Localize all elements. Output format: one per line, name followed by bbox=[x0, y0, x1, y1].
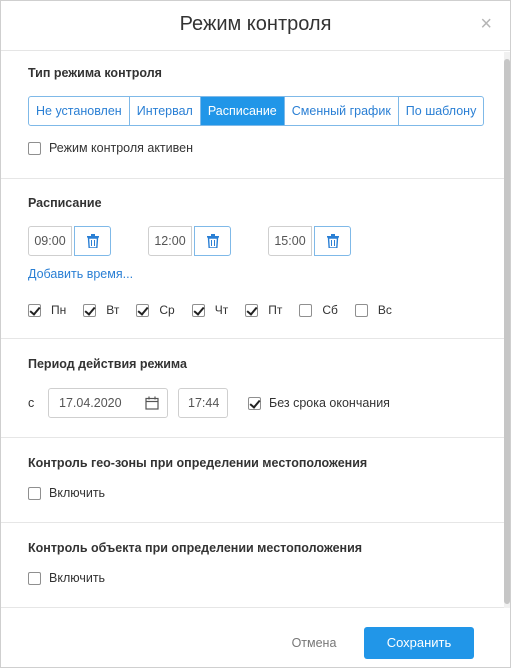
mode-active-box[interactable] bbox=[28, 141, 41, 155]
dialog-title: Режим контроля bbox=[179, 13, 332, 35]
day-checkbox-tue[interactable]: Вт bbox=[83, 303, 119, 317]
day-label: Сб bbox=[322, 303, 338, 317]
object-control-section: Контроль объекта при определении местопо… bbox=[1, 523, 504, 608]
day-box[interactable] bbox=[299, 303, 313, 317]
mode-active-label: Режим контроля активен bbox=[49, 141, 193, 155]
time-input[interactable]: 09:00 bbox=[28, 226, 72, 256]
object-control-enable-checkbox[interactable]: Включить bbox=[28, 571, 105, 585]
trash-icon bbox=[326, 234, 339, 248]
period-date-field[interactable]: 17.04.2020 bbox=[48, 388, 168, 418]
schedule-title: Расписание bbox=[28, 196, 102, 210]
time-input[interactable]: 12:00 bbox=[148, 226, 192, 256]
mode-option-shift[interactable]: Сменный график bbox=[285, 97, 399, 125]
no-end-label: Без срока окончания bbox=[269, 396, 390, 410]
day-label: Вс bbox=[377, 303, 392, 317]
geozone-enable-checkbox[interactable]: Включить bbox=[28, 486, 105, 500]
dialog-footer: Отмена Сохранить bbox=[1, 608, 510, 668]
day-checkbox-sat[interactable]: Сб bbox=[299, 303, 338, 317]
period-time-field[interactable]: 17:44 bbox=[178, 388, 228, 418]
mode-type-segmented: Не установлен Интервал Расписание Сменны… bbox=[28, 96, 485, 126]
period-section: Период действия режима с 17.04.2020 17:4… bbox=[1, 339, 504, 438]
calendar-icon[interactable] bbox=[145, 396, 159, 410]
dialog-body[interactable]: Тип режима контроля Не установлен Интерв… bbox=[1, 52, 510, 608]
schedule-section: Расписание 09:00 12:00 15:00 Добавить вр… bbox=[1, 179, 504, 339]
time-input[interactable]: 15:00 bbox=[268, 226, 312, 256]
close-icon[interactable]: × bbox=[480, 14, 492, 34]
mode-option-template[interactable]: По шаблону bbox=[399, 97, 484, 125]
day-checkbox-fri[interactable]: Пт bbox=[245, 303, 282, 317]
scrollbar-thumb[interactable] bbox=[504, 59, 510, 604]
object-control-enable-box[interactable] bbox=[28, 571, 41, 585]
delete-time-button[interactable] bbox=[194, 226, 231, 256]
mode-type-title: Тип режима контроля bbox=[28, 66, 162, 80]
day-label: Чт bbox=[214, 303, 229, 317]
delete-time-button[interactable] bbox=[314, 226, 351, 256]
trash-icon bbox=[206, 234, 219, 248]
control-mode-dialog: Режим контроля × Тип режима контроля Не … bbox=[0, 0, 511, 668]
schedule-time-3: 15:00 bbox=[268, 226, 351, 256]
geozone-section: Контроль гео-зоны при определении местоп… bbox=[1, 438, 504, 523]
day-box[interactable] bbox=[83, 303, 97, 317]
day-box[interactable] bbox=[245, 303, 259, 317]
day-label: Ср bbox=[159, 303, 175, 317]
no-end-checkbox[interactable]: Без срока окончания bbox=[248, 396, 390, 410]
trash-icon bbox=[86, 234, 99, 248]
save-button[interactable]: Сохранить bbox=[364, 627, 474, 659]
mode-active-checkbox[interactable]: Режим контроля активен bbox=[28, 141, 193, 155]
schedule-time-1: 09:00 bbox=[28, 226, 111, 256]
weekday-checkboxes: Пн Вт Ср Чт Пт Сб Вс bbox=[28, 303, 409, 317]
geozone-enable-box[interactable] bbox=[28, 486, 41, 500]
delete-time-button[interactable] bbox=[74, 226, 111, 256]
add-time-link[interactable]: Добавить время... bbox=[28, 267, 133, 281]
object-control-title: Контроль объекта при определении местопо… bbox=[28, 541, 363, 555]
geozone-enable-label: Включить bbox=[49, 486, 106, 500]
object-control-enable-label: Включить bbox=[49, 571, 106, 585]
mode-option-not-set[interactable]: Не установлен bbox=[29, 97, 130, 125]
day-checkbox-mon[interactable]: Пн bbox=[28, 303, 66, 317]
geozone-title: Контроль гео-зоны при определении местоп… bbox=[28, 456, 368, 470]
day-box[interactable] bbox=[354, 303, 368, 317]
cancel-button[interactable]: Отмена bbox=[279, 627, 349, 659]
day-checkbox-thu[interactable]: Чт bbox=[191, 303, 229, 317]
day-checkbox-wed[interactable]: Ср bbox=[136, 303, 175, 317]
mode-option-schedule[interactable]: Расписание bbox=[200, 97, 285, 125]
period-title: Период действия режима bbox=[28, 357, 187, 371]
day-label: Пт bbox=[268, 303, 283, 317]
day-box[interactable] bbox=[136, 303, 150, 317]
day-label: Пн bbox=[51, 303, 67, 317]
no-end-box[interactable] bbox=[248, 396, 261, 410]
day-box[interactable] bbox=[28, 303, 41, 317]
day-label: Вт bbox=[106, 303, 120, 317]
mode-option-interval[interactable]: Интервал bbox=[130, 97, 201, 125]
period-from-label: с bbox=[28, 396, 35, 410]
period-date-value: 17.04.2020 bbox=[59, 396, 122, 410]
mode-type-section: Тип режима контроля Не установлен Интерв… bbox=[1, 52, 504, 179]
schedule-time-2: 12:00 bbox=[148, 226, 231, 256]
dialog-header: Режим контроля × bbox=[1, 1, 510, 51]
day-checkbox-sun[interactable]: Вс bbox=[354, 303, 392, 317]
day-box[interactable] bbox=[191, 303, 205, 317]
